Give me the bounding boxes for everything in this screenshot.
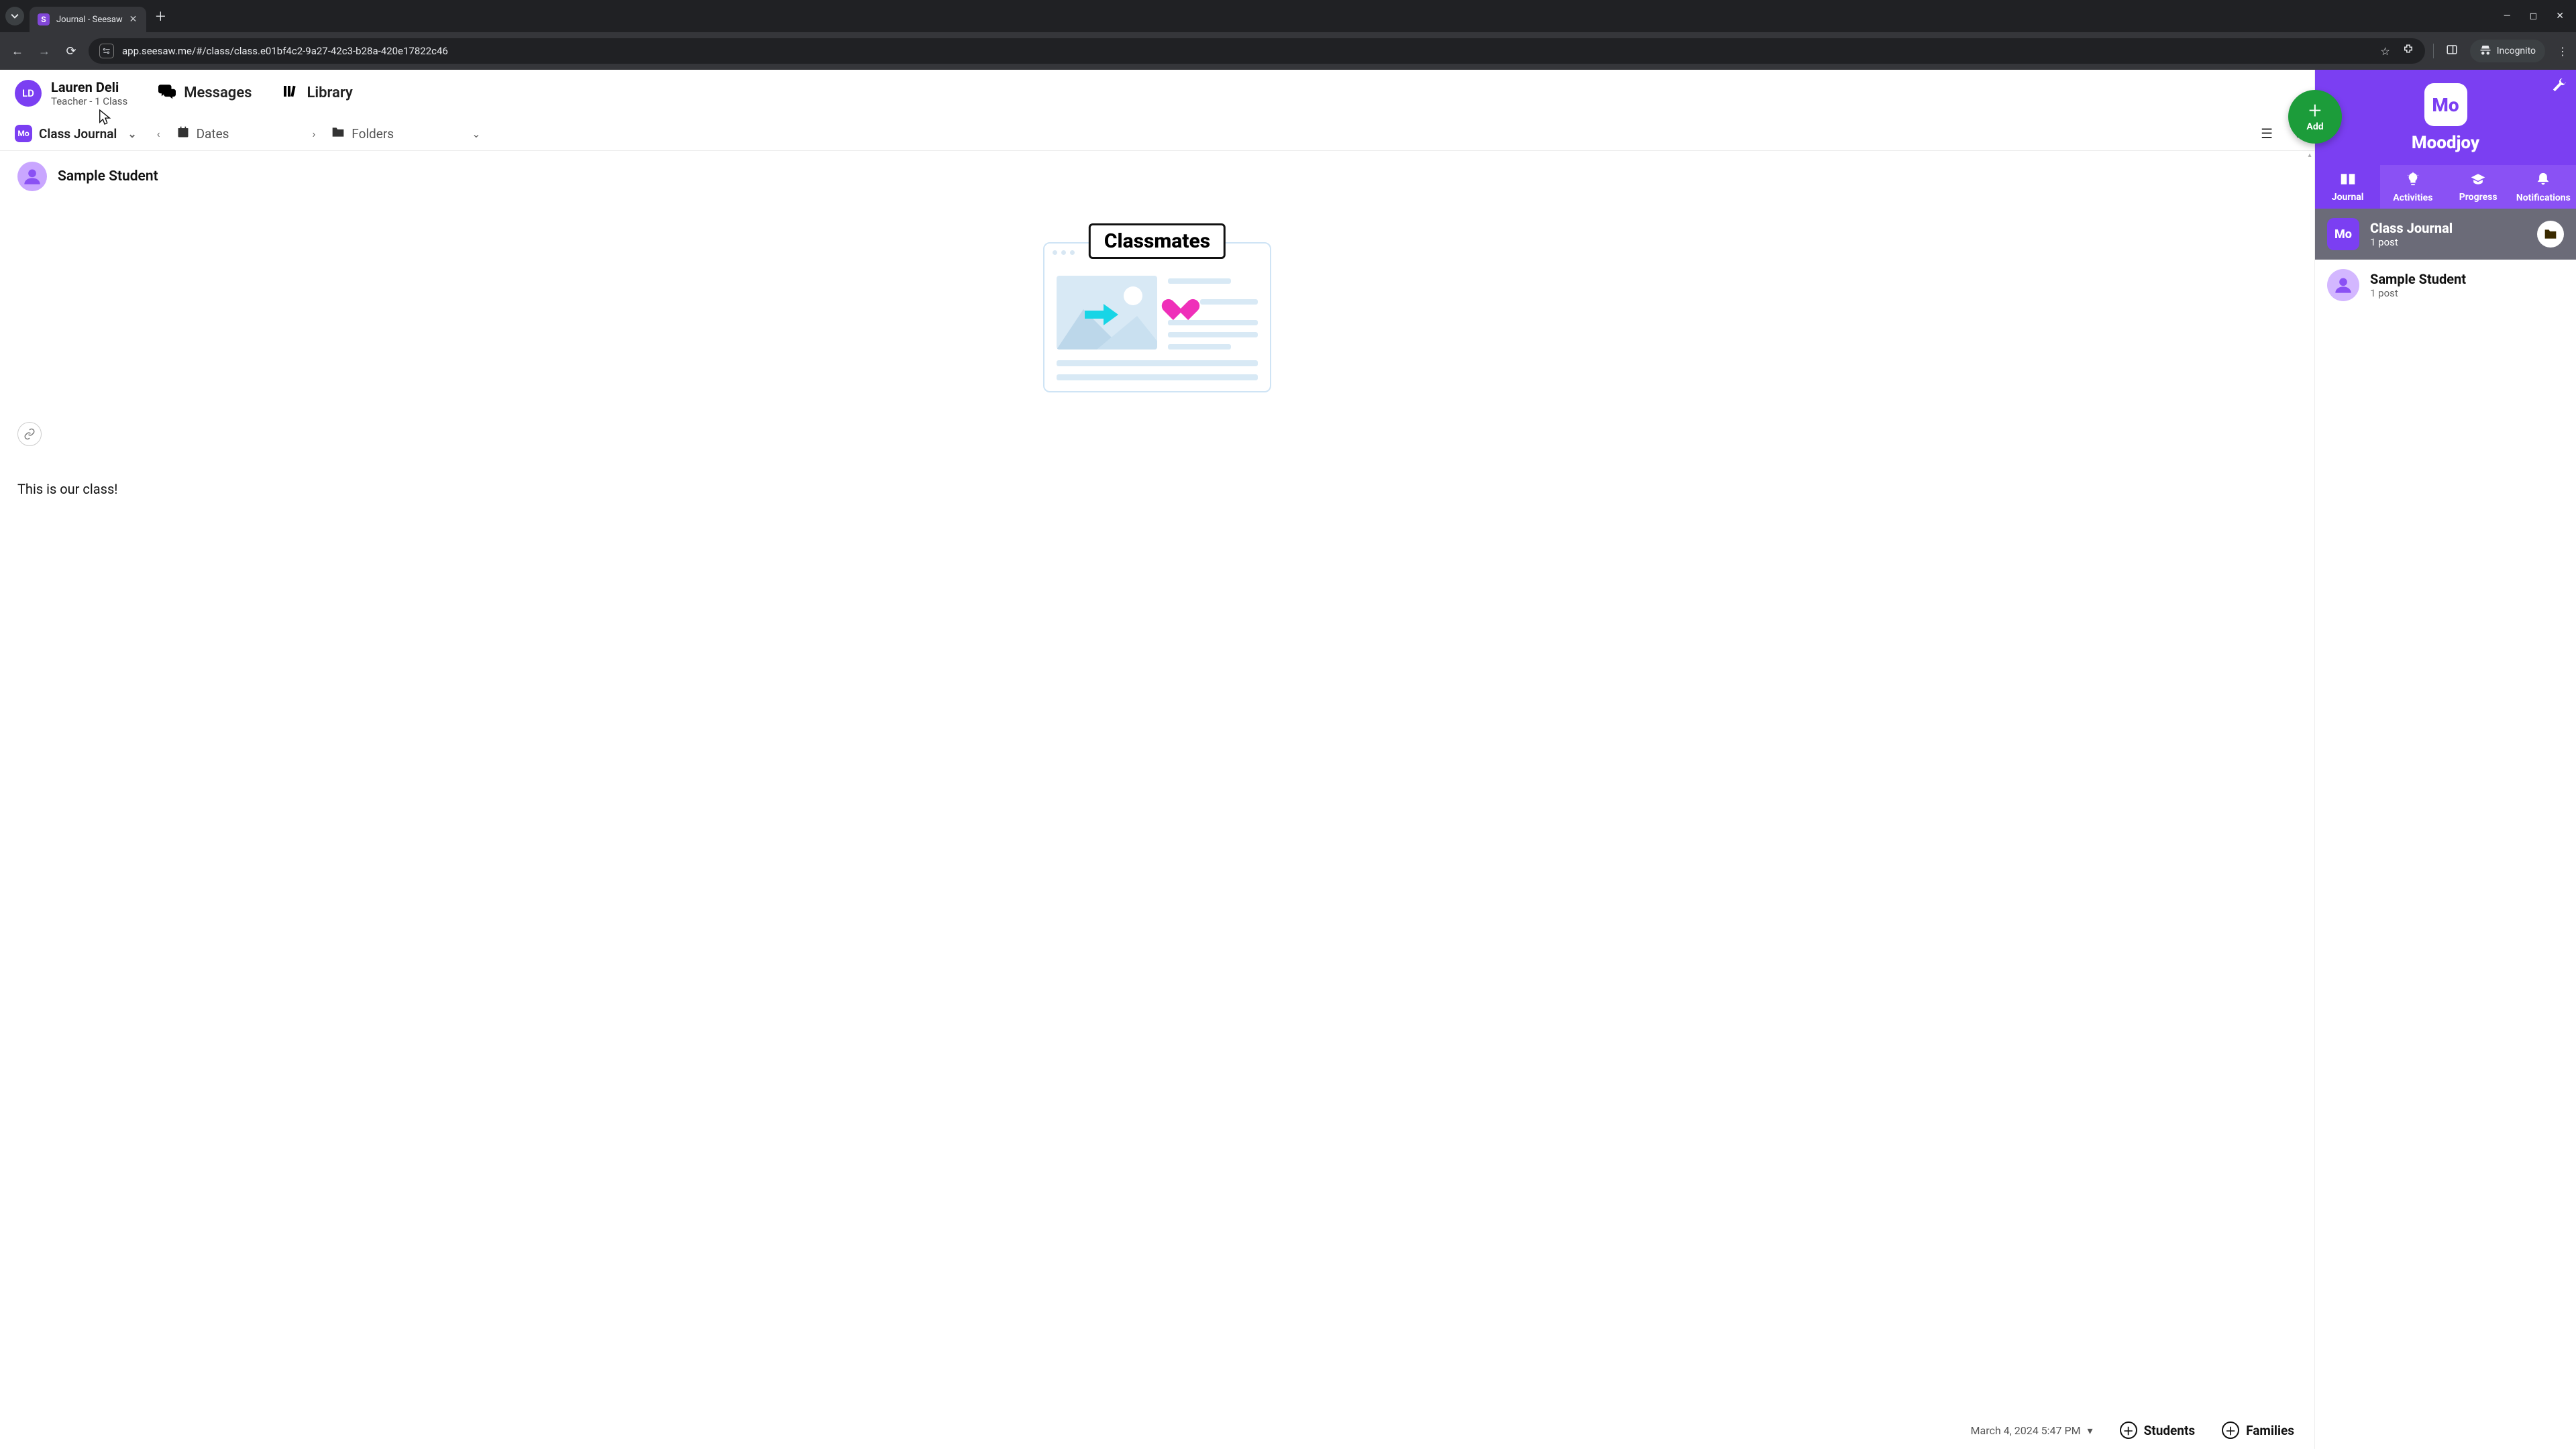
add-families-button[interactable]: ＋ Families: [2222, 1421, 2294, 1439]
incognito-label: Incognito: [2497, 46, 2536, 56]
calendar-icon: [176, 125, 190, 142]
side-panel-header: + Add Mo Moodjoy: [2315, 70, 2576, 165]
filters-row: Mo Class Journal ⌄ ‹ Dates › Folders: [0, 117, 2314, 150]
browser-toolbar: ← → ⟳ app.seesaw.me/#/class/class.e01bf4…: [0, 32, 2576, 70]
class-settings-icon[interactable]: [2552, 78, 2567, 97]
post-author[interactable]: Sample Student: [17, 162, 2297, 191]
post-footer-bar: March 4, 2024 5:47 PM ▾ ＋ Students ＋ Fam…: [1951, 1411, 2314, 1449]
tab-journal[interactable]: Journal: [2315, 165, 2380, 209]
library-icon: [282, 83, 299, 103]
seesaw-favicon-icon: S: [38, 13, 50, 25]
incognito-chip[interactable]: Incognito: [2470, 40, 2545, 62]
chevron-down-icon: ▾: [2088, 1424, 2093, 1437]
tab-search-button[interactable]: [5, 7, 24, 25]
window-minimize-icon[interactable]: ―: [2504, 11, 2511, 21]
side-list: Mo Class Journal 1 post Sample Student: [2315, 209, 2576, 1449]
arrow-right-icon: [1085, 307, 1121, 321]
app-topnav: LD Lauren Deli Teacher - 1 Class Message…: [0, 70, 2314, 117]
folders-filter[interactable]: Folders ⌄: [331, 126, 484, 142]
tab-activities[interactable]: Activities: [2380, 165, 2445, 209]
bell-icon: [2536, 172, 2550, 190]
journal-icon: [2340, 172, 2356, 189]
user-role: Teacher - 1 Class: [51, 95, 127, 107]
add-button[interactable]: + Add: [2288, 90, 2342, 144]
tab-title: Journal - Seesaw: [56, 15, 123, 25]
window-maximize-icon[interactable]: ◻: [2530, 11, 2538, 21]
nav-library[interactable]: Library: [282, 83, 352, 103]
side-panel-icon[interactable]: [2446, 44, 2458, 58]
list-view-icon[interactable]: ☰: [2255, 125, 2278, 142]
progress-icon: [2470, 172, 2486, 189]
scrollbar[interactable]: [2305, 151, 2314, 159]
incognito-icon: [2479, 44, 2491, 58]
copy-link-button[interactable]: [17, 422, 42, 446]
window-close-icon[interactable]: ✕: [2556, 11, 2564, 21]
plus-circle-icon: ＋: [2120, 1421, 2137, 1439]
bookmark-star-icon[interactable]: ☆: [2380, 45, 2390, 58]
tab-progress[interactable]: Progress: [2446, 165, 2511, 209]
browser-menu-icon[interactable]: ⋮: [2557, 45, 2568, 58]
new-tab-button[interactable]: ＋: [154, 7, 166, 25]
site-settings-icon[interactable]: [99, 44, 114, 58]
chevron-down-icon: ⌄: [468, 127, 484, 140]
nav-reload-icon[interactable]: ⟳: [62, 44, 80, 58]
nav-messages[interactable]: Messages: [158, 83, 252, 103]
dates-filter[interactable]: Dates: [176, 125, 229, 142]
dates-next-icon[interactable]: ›: [308, 127, 319, 140]
class-avatar: Mo: [2424, 83, 2467, 126]
nav-messages-label: Messages: [184, 85, 252, 101]
user-name: Lauren Deli: [51, 79, 127, 95]
student-avatar-icon: [2327, 269, 2359, 301]
post-author-name: Sample Student: [58, 168, 158, 184]
url-text: app.seesaw.me/#/class/class.e01bf4c2-9a2…: [122, 45, 448, 57]
class-selector[interactable]: Mo Class Journal ⌄: [15, 125, 141, 142]
heart-icon: [1168, 290, 1193, 313]
tab-notifications[interactable]: Notifications: [2511, 165, 2576, 209]
messages-icon: [158, 83, 176, 103]
chevron-down-icon: ⌄: [123, 127, 140, 140]
post-timestamp[interactable]: March 4, 2024 5:47 PM ▾: [1971, 1424, 2093, 1437]
user-menu[interactable]: LD Lauren Deli Teacher - 1 Class: [15, 79, 127, 107]
dates-label: Dates: [197, 126, 229, 142]
user-avatar: LD: [15, 80, 42, 107]
browser-tabstrip: S Journal - Seesaw ✕ ＋ ― ◻ ✕: [0, 0, 2576, 32]
class-title: Moodjoy: [2327, 133, 2564, 153]
add-students-button[interactable]: ＋ Students: [2120, 1421, 2196, 1439]
side-panel: + Add Mo Moodjoy Journal: [2314, 70, 2576, 1449]
side-tabs: Journal Activities Progress: [2315, 165, 2576, 209]
class-name: Class Journal: [39, 126, 117, 142]
browser-tab[interactable]: S Journal - Seesaw ✕: [30, 7, 146, 32]
extensions-icon[interactable]: [2402, 44, 2414, 58]
plus-icon: +: [2308, 101, 2321, 120]
classmates-badge: Classmates: [1089, 223, 1226, 259]
class-badge: Mo: [15, 125, 32, 142]
dates-prev-icon[interactable]: ‹: [153, 127, 164, 140]
folder-icon[interactable]: [2537, 221, 2564, 248]
plus-circle-icon: ＋: [2222, 1421, 2239, 1439]
nav-library-label: Library: [307, 85, 352, 101]
lightbulb-icon: [2406, 172, 2420, 190]
url-bar[interactable]: app.seesaw.me/#/class/class.e01bf4c2-9a2…: [89, 38, 2425, 64]
student-avatar-icon: [17, 162, 47, 191]
feed: Sample Student Classmates: [0, 150, 2314, 1449]
folder-icon: [331, 126, 345, 142]
nav-back-icon[interactable]: ←: [8, 44, 27, 58]
folders-label: Folders: [352, 126, 394, 142]
sidebar-item-sample-student[interactable]: Sample Student 1 post: [2315, 260, 2576, 311]
nav-forward-icon[interactable]: →: [35, 44, 54, 58]
illustration-image-icon: [1057, 276, 1157, 350]
post-caption: This is our class!: [17, 481, 2297, 497]
tab-close-icon[interactable]: ✕: [129, 14, 138, 25]
toolbar-divider: [2433, 44, 2434, 58]
post-illustration: Classmates: [17, 242, 2297, 392]
class-badge-icon: Mo: [2327, 218, 2359, 250]
sidebar-item-class-journal[interactable]: Mo Class Journal 1 post: [2315, 209, 2576, 260]
